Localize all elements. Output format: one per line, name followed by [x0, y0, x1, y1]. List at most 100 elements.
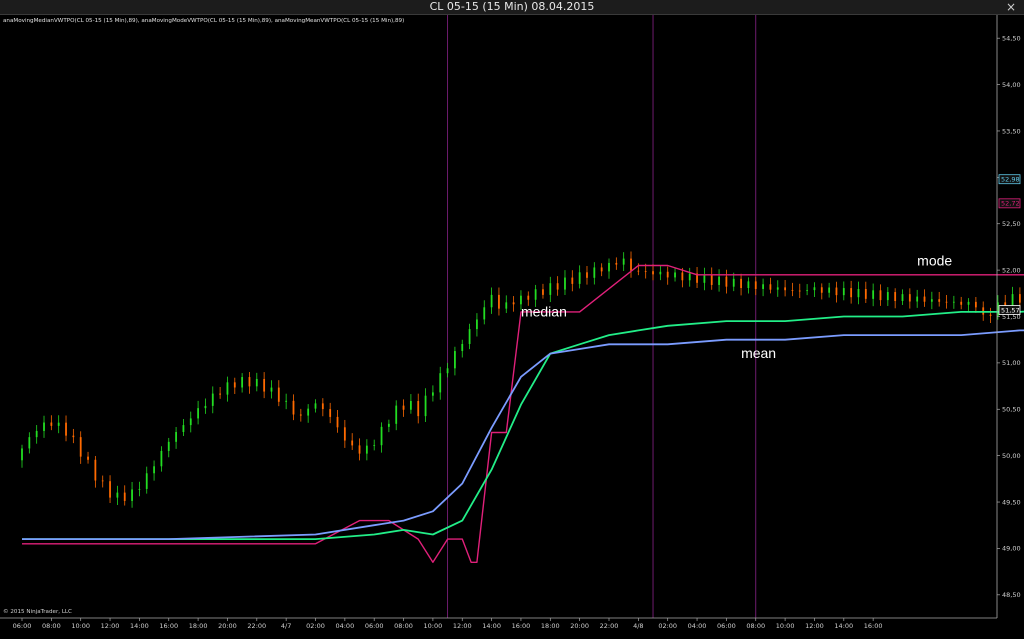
y-tick-label: 54,50 — [1002, 34, 1021, 42]
candle-body — [277, 387, 280, 402]
candle-body — [263, 378, 266, 392]
candle-body — [718, 276, 720, 285]
candle-body — [776, 287, 779, 290]
candle-body — [498, 294, 500, 309]
candle-body — [299, 414, 302, 416]
candle-body — [637, 270, 640, 272]
candle-body — [131, 489, 133, 501]
candle-body — [292, 400, 295, 415]
candle-body — [439, 373, 442, 393]
candle-body — [578, 272, 581, 284]
candle-body — [820, 287, 823, 293]
candle-body — [556, 283, 559, 290]
candle-body — [446, 368, 449, 374]
candle-body — [307, 408, 310, 416]
candle-body — [454, 351, 456, 369]
candle-body — [211, 393, 214, 406]
candle-body — [351, 440, 354, 446]
candle-body — [608, 262, 610, 272]
y-tick-label: 51,00 — [1002, 359, 1021, 367]
candle-body — [967, 301, 970, 305]
candle-body — [226, 382, 229, 395]
candle-body — [806, 290, 809, 291]
candle-body — [432, 392, 434, 396]
candle-body — [255, 378, 258, 387]
price-chart[interactable]: anaMovingMedianVWTPO(CL 05-15 (15 Min),8… — [0, 0, 1024, 639]
candle-body — [329, 409, 332, 417]
candle-body — [842, 288, 845, 296]
y-tick-label: 53,50 — [1002, 127, 1021, 135]
x-tick-label: 20:00 — [218, 622, 237, 630]
candle-body — [21, 448, 23, 461]
candle-body — [901, 294, 904, 301]
candle-body — [952, 301, 955, 303]
y-tick-label: 50,00 — [1002, 452, 1021, 460]
candle-body — [189, 418, 192, 426]
x-tick-label: 06:00 — [365, 622, 384, 630]
candle-body — [549, 283, 552, 295]
candle-body — [101, 480, 104, 482]
candle-body — [365, 445, 368, 454]
candle-body — [600, 267, 603, 272]
candle-body — [461, 343, 464, 352]
x-tick-label: 08:00 — [394, 622, 413, 630]
candle-body — [542, 289, 544, 295]
candle-body — [402, 405, 405, 410]
candle-body — [241, 377, 244, 388]
candle-body — [153, 466, 155, 474]
annotation-label-mean: mean — [741, 345, 776, 361]
candle-body — [72, 435, 75, 438]
price-tag-label: 52,98 — [1001, 176, 1020, 184]
x-tick-label: 4/8 — [633, 622, 643, 630]
x-tick-label: 08:00 — [746, 622, 765, 630]
candle-body — [138, 488, 141, 490]
x-tick-label: 16:00 — [159, 622, 178, 630]
candle-body — [666, 271, 669, 278]
x-tick-label: 22:00 — [600, 622, 619, 630]
x-tick-label: 20:00 — [570, 622, 589, 630]
candle-body — [35, 430, 38, 438]
candle-body — [615, 262, 618, 265]
candle-body — [784, 287, 786, 291]
candle-body — [791, 290, 794, 292]
candle-body — [270, 387, 273, 392]
candle-body — [248, 377, 251, 387]
candle-body — [916, 296, 919, 302]
candle-body — [864, 288, 867, 299]
candle-body — [87, 456, 89, 460]
candle-body — [476, 319, 478, 330]
candle-body — [769, 284, 772, 290]
copyright-label: © 2015 NinjaTrader, LLC — [3, 608, 72, 615]
price-tag-label: 52,72 — [1001, 200, 1020, 208]
x-tick-label: 10:00 — [71, 622, 90, 630]
x-tick-label: 14:00 — [834, 622, 853, 630]
candle-body — [703, 274, 706, 283]
x-tick-label: 16:00 — [512, 622, 531, 630]
candle-body — [417, 401, 420, 417]
x-tick-label: 16:00 — [864, 622, 883, 630]
x-tick-label: 04:00 — [335, 622, 354, 630]
candle-body — [197, 408, 199, 419]
candle-body — [57, 422, 60, 426]
x-tick-label: 10:00 — [424, 622, 443, 630]
candle-body — [233, 382, 236, 388]
candle-body — [857, 288, 860, 298]
candle-body — [1011, 294, 1014, 306]
candle-body — [182, 425, 185, 433]
candle-body — [145, 473, 148, 489]
candle-body — [79, 437, 82, 457]
candle-body — [894, 292, 897, 301]
candle-body — [850, 288, 853, 298]
candle-body — [960, 301, 963, 305]
candle-body — [204, 405, 207, 409]
chart-window: CL 05-15 (15 Min) 08.04.2015 × anaMoving… — [0, 0, 1024, 639]
x-tick-label: 18:00 — [189, 622, 208, 630]
x-tick-label: 08:00 — [42, 622, 61, 630]
price-tag-label: 51,57 — [1001, 306, 1020, 314]
annotation-label-mode: mode — [917, 252, 952, 268]
candle-body — [710, 274, 713, 285]
candle-body — [652, 271, 654, 275]
candle-body — [879, 290, 882, 301]
candle-body — [908, 294, 911, 302]
candle-body — [468, 329, 471, 344]
